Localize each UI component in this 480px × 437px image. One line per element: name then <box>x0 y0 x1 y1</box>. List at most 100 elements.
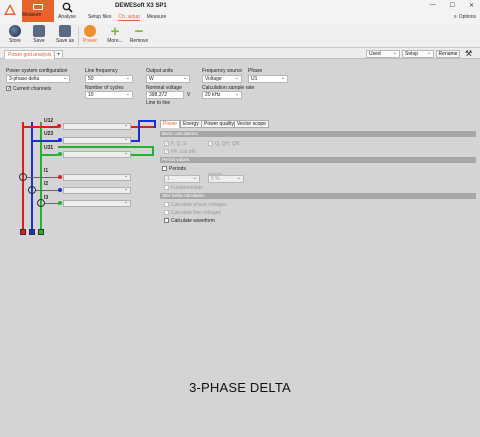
system-config-label: Power system configuration <box>6 68 68 74</box>
nominal-voltage-input[interactable]: 398,372 <box>146 91 184 99</box>
tab-power[interactable]: Power <box>160 120 181 128</box>
periods-checkbox[interactable] <box>162 166 167 171</box>
pf-cos-checkbox[interactable]: ✓ <box>164 149 169 155</box>
u23-connector <box>58 138 62 142</box>
save-as-button[interactable]: Save as <box>54 25 76 44</box>
minus-icon: − <box>134 23 144 40</box>
tab-power-grid-analysis[interactable]: Power grid analysis 1 <box>4 50 60 59</box>
minimize-icon[interactable]: — <box>430 2 436 9</box>
u12-loop-top <box>131 126 155 128</box>
current-clamp-i2-icon <box>28 186 36 194</box>
diagram-caption: 3-PHASE DELTA <box>189 380 291 395</box>
close-icon[interactable]: ✕ <box>469 2 474 9</box>
toolbar-divider <box>78 27 79 45</box>
power-button[interactable]: Power <box>80 25 100 44</box>
overlap-select[interactable]: 0 % <box>208 175 244 183</box>
line-frequency-select[interactable]: 50 <box>85 75 133 83</box>
pqs-label: P, Q, S <box>171 141 187 147</box>
calc-waveform-checkbox[interactable] <box>164 218 169 223</box>
phase-select[interactable]: U1 <box>248 75 288 83</box>
save-as-icon <box>59 25 71 37</box>
i2-connector <box>58 188 62 192</box>
fundamentals-label: Fundamentals <box>171 185 203 191</box>
calc-phase-voltages-label: Calculate phase voltages <box>171 202 227 208</box>
options-menu[interactable]: ≡ Options <box>452 14 476 20</box>
channel-u23-select[interactable] <box>63 136 131 144</box>
u23-loop-top <box>140 120 156 122</box>
line-to-line-label: Line to line <box>146 100 171 106</box>
q-qh-qn-checkbox[interactable]: ✓ <box>208 141 213 147</box>
channel-i1-label: I1 <box>44 168 49 174</box>
toolbar: Store Save Save as Power + More... − Rem… <box>0 24 480 48</box>
u31-connector <box>58 152 62 156</box>
section-star-delta: Star-Delta calculation <box>160 193 476 199</box>
u31-wire-green <box>40 154 58 156</box>
save-button[interactable]: Save <box>30 25 48 44</box>
channel-i3-label: I3 <box>44 195 49 201</box>
phase2-terminal <box>29 229 35 235</box>
magnifier-icon <box>62 2 73 13</box>
current-channels-checkbox[interactable]: ✓ <box>6 86 11 92</box>
analyse-mode-button[interactable]: Analyse <box>57 2 77 20</box>
channel-i1-select[interactable] <box>63 173 131 181</box>
phase3-terminal <box>38 229 44 235</box>
plus-icon: + <box>110 23 120 40</box>
hamburger-icon: ≡ <box>453 14 457 20</box>
fundamentals-checkbox[interactable] <box>164 185 169 190</box>
channel-u31-select[interactable] <box>63 150 131 158</box>
channel-i2-label: I2 <box>44 181 49 187</box>
channel-i3-select[interactable] <box>63 199 131 207</box>
calc-sample-rate-select[interactable]: 20 kHz <box>202 91 242 99</box>
used-select[interactable]: Used <box>366 50 400 58</box>
pf-cos-label: PF, cos phi <box>171 149 196 155</box>
maximize-icon[interactable]: ☐ <box>450 2 455 9</box>
tab-power-quality[interactable]: Power quality <box>201 120 238 128</box>
calc-waveform-label: Calculate waveform <box>171 218 215 224</box>
tab-energy[interactable]: Energy <box>180 120 202 128</box>
phase2-rail <box>31 122 33 230</box>
calc-phase-voltages-checkbox[interactable] <box>164 202 169 207</box>
rename-button[interactable]: Rename <box>436 50 460 58</box>
save-icon <box>33 25 45 37</box>
channel-i2-select[interactable] <box>63 186 131 194</box>
channel-u23-label: U23 <box>44 131 54 137</box>
measure-mode-button[interactable]: Measure <box>22 0 54 22</box>
current-channels-label: Current channels <box>13 86 52 92</box>
channel-u12-label: U12 <box>44 118 54 124</box>
u23-loop-side <box>138 120 140 142</box>
setup-select[interactable]: Setup <box>402 50 434 58</box>
calc-line-voltages-checkbox[interactable] <box>164 210 169 215</box>
channel-u12-select[interactable] <box>63 122 131 130</box>
nav-measure[interactable]: Measure <box>147 14 166 21</box>
periods-count-select[interactable]: 1 <box>164 175 200 183</box>
line-frequency-label: Line frequency <box>85 68 118 74</box>
number-of-cycles-select[interactable]: 10 <box>85 91 133 99</box>
phase-label: Phase <box>248 68 263 74</box>
system-config-select[interactable]: 3-phase delta <box>6 75 70 83</box>
output-units-select[interactable]: W <box>146 75 190 83</box>
pqs-checkbox[interactable]: ✓ <box>164 141 169 147</box>
frequency-source-select[interactable]: Voltage <box>202 75 242 83</box>
phase1-terminal <box>20 229 26 235</box>
window-controls: — ☐ ✕ <box>430 2 474 9</box>
remove-button[interactable]: − Remove <box>128 23 150 44</box>
output-units-label: Output units <box>146 68 173 74</box>
section-period-values: Period values <box>160 157 476 163</box>
top-navigation: Setup files Ch. setup Measure <box>88 14 166 21</box>
nominal-voltage-unit: V <box>187 92 191 98</box>
add-tab-button[interactable]: + <box>54 50 63 59</box>
u12-connector <box>57 124 61 128</box>
measure-icon <box>33 4 43 10</box>
store-icon <box>9 25 21 37</box>
q-qh-qn-label: Q, QH, QN <box>215 141 240 147</box>
more-button[interactable]: + More... <box>106 23 124 44</box>
u31-loop-bottom <box>131 154 153 156</box>
store-button[interactable]: Store <box>6 25 24 44</box>
tab-vector-scope[interactable]: Vector scope <box>234 120 269 128</box>
tools-icon[interactable]: ⚒ <box>465 49 472 58</box>
i1-wire <box>27 177 59 178</box>
nav-setup-files[interactable]: Setup files <box>88 14 111 21</box>
nav-ch-setup[interactable]: Ch. setup <box>118 14 140 21</box>
channel-u31-label: U31 <box>44 145 54 151</box>
dewesoft-logo-icon <box>4 4 16 15</box>
